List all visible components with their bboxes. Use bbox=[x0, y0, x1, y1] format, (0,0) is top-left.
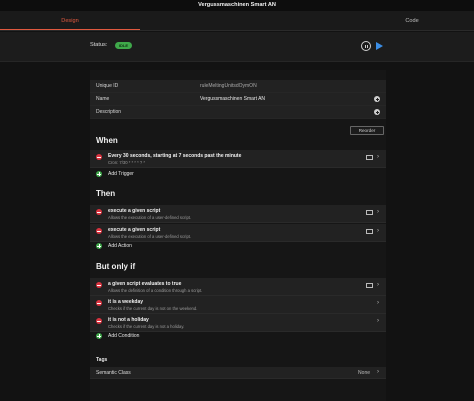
add-condition-label[interactable]: Add Condition bbox=[108, 333, 139, 339]
add-action-row[interactable]: Add Action bbox=[90, 241, 386, 252]
add-condition-icon[interactable] bbox=[96, 333, 102, 339]
semantic-class-value: None bbox=[358, 370, 370, 376]
tab-bar: Design Code bbox=[0, 11, 474, 31]
condition-sub: Checks if the current day is not on the … bbox=[108, 306, 198, 311]
remove-trigger-icon[interactable] bbox=[96, 154, 102, 160]
condition-sub: Allows the definition of a condition thr… bbox=[108, 288, 203, 293]
add-action-icon[interactable] bbox=[96, 243, 102, 249]
play-icon[interactable] bbox=[376, 42, 383, 50]
chevron-right-icon[interactable]: › bbox=[377, 154, 379, 160]
condition-item[interactable]: it is a weekday Checks if the current da… bbox=[90, 296, 386, 314]
remove-condition-icon[interactable] bbox=[96, 282, 102, 288]
action-sub: Allows the execution of a user-defined s… bbox=[108, 215, 192, 220]
tab-design[interactable]: Design bbox=[0, 11, 140, 31]
semantic-class-label: Semantic Class bbox=[96, 370, 131, 376]
code-edit-icon[interactable] bbox=[366, 210, 373, 215]
remove-condition-icon[interactable] bbox=[96, 300, 102, 306]
chevron-right-icon[interactable]: › bbox=[377, 282, 379, 288]
condition-sub: Checks if the current day is not a holid… bbox=[108, 324, 185, 329]
chevron-right-icon[interactable]: › bbox=[377, 369, 379, 375]
action-item[interactable]: execute a given script Allows the execut… bbox=[90, 224, 386, 242]
uid-row: Unique ID ruleMeltingUnitsdOymON bbox=[90, 80, 386, 93]
semantic-class-row[interactable]: Semantic Class None › bbox=[90, 367, 386, 379]
description-label: Description bbox=[96, 109, 122, 115]
remove-condition-icon[interactable] bbox=[96, 318, 102, 324]
chevron-right-icon[interactable]: › bbox=[377, 209, 379, 215]
edit-description-icon[interactable] bbox=[374, 109, 380, 115]
condition-title: it is a weekday bbox=[108, 299, 144, 305]
add-action-label[interactable]: Add Action bbox=[108, 243, 132, 249]
remove-action-icon[interactable] bbox=[96, 228, 102, 234]
add-trigger-icon[interactable] bbox=[96, 171, 102, 177]
condition-title: it is not a holiday bbox=[108, 317, 149, 323]
code-edit-icon[interactable] bbox=[366, 283, 373, 288]
trigger-sub: Cron: 7/30 * * * * ? * bbox=[108, 160, 146, 165]
add-trigger-row[interactable]: Add Trigger bbox=[90, 169, 386, 180]
action-item[interactable]: execute a given script Allows the execut… bbox=[90, 205, 386, 223]
uid-label: Unique ID bbox=[96, 83, 119, 89]
trigger-title: Every 30 seconds, starting at 7 seconds … bbox=[108, 153, 242, 159]
action-title: execute a given script bbox=[108, 208, 161, 214]
section-then-title: Then bbox=[96, 189, 116, 198]
tags-label: Tags bbox=[96, 357, 108, 363]
add-condition-row[interactable]: Add Condition bbox=[90, 331, 386, 342]
remove-action-icon[interactable] bbox=[96, 209, 102, 215]
action-sub: Allows the execution of a user-defined s… bbox=[108, 234, 192, 239]
section-conditions-title: But only if bbox=[96, 262, 136, 271]
chevron-right-icon[interactable]: › bbox=[377, 300, 379, 306]
name-label: Name bbox=[96, 96, 110, 102]
description-row[interactable]: Description bbox=[90, 106, 386, 119]
tab-code[interactable]: Code bbox=[340, 11, 474, 31]
tab-active-indicator bbox=[0, 29, 140, 30]
condition-item[interactable]: it is not a holiday Checks if the curren… bbox=[90, 314, 386, 332]
condition-title: a given script evaluates to true bbox=[108, 281, 182, 287]
rule-info-table: Unique ID ruleMeltingUnitsdOymON Name Ve… bbox=[90, 80, 386, 119]
code-edit-icon[interactable] bbox=[366, 229, 373, 234]
code-edit-icon[interactable] bbox=[366, 155, 373, 160]
chevron-right-icon[interactable]: › bbox=[377, 228, 379, 234]
name-row[interactable]: Name Vergussmaschinen Smart AN bbox=[90, 93, 386, 106]
condition-item[interactable]: a given script evaluates to true Allows … bbox=[90, 278, 386, 296]
add-trigger-label[interactable]: Add Trigger bbox=[108, 171, 134, 177]
uid-value: ruleMeltingUnitsdOymON bbox=[200, 83, 257, 89]
reorder-button[interactable]: Reorder bbox=[350, 126, 384, 135]
trigger-item[interactable]: Every 30 seconds, starting at 7 seconds … bbox=[90, 150, 386, 168]
edit-name-icon[interactable] bbox=[374, 96, 380, 102]
chevron-right-icon[interactable]: › bbox=[377, 318, 379, 324]
status-label: Status: bbox=[90, 42, 108, 48]
status-bar: Status: IDLE bbox=[0, 32, 474, 62]
name-value[interactable]: Vergussmaschinen Smart AN bbox=[200, 96, 265, 102]
section-when-title: When bbox=[96, 136, 118, 145]
action-title: execute a given script bbox=[108, 227, 161, 233]
status-badge: IDLE bbox=[115, 42, 132, 49]
pause-icon[interactable] bbox=[361, 41, 371, 51]
window-title: Vergussmaschinen Smart AN bbox=[0, 0, 474, 11]
